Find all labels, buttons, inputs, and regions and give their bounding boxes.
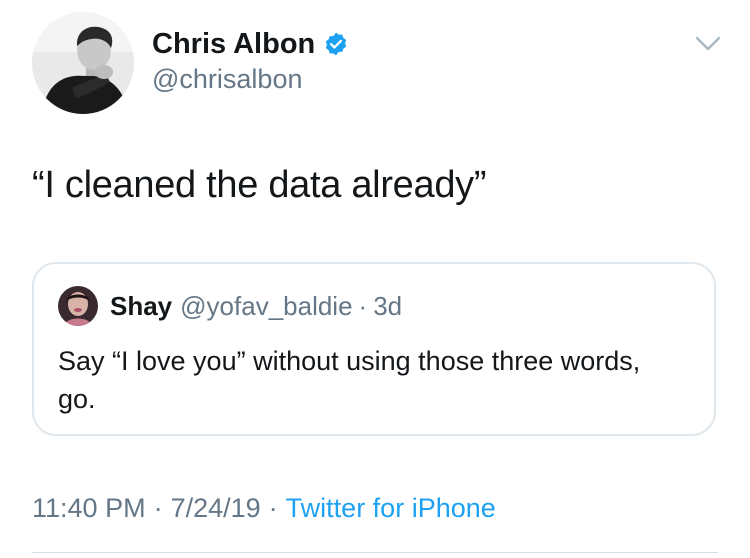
quoted-separator: ·: [358, 290, 368, 321]
tweet-date: 7/24/19: [170, 492, 261, 523]
tweet-text: “I cleaned the data already”: [32, 164, 487, 206]
verified-badge-icon: [326, 32, 347, 56]
meta-separator: ·: [153, 492, 163, 523]
author-display-name[interactable]: Chris Albon: [152, 28, 315, 61]
quoted-timestamp: 3d: [373, 290, 403, 321]
quoted-author-avatar[interactable]: [58, 286, 98, 326]
quoted-display-name[interactable]: Shay: [110, 291, 172, 322]
quoted-handle[interactable]: @yofav_baldie: [180, 291, 352, 322]
tweet-meta: 11:40 PM · 7/24/19 · Twitter for iPhone: [32, 490, 496, 526]
profile-photo-icon: [32, 12, 134, 114]
divider: [32, 552, 718, 553]
author-avatar[interactable]: [32, 12, 134, 114]
profile-photo-icon: [58, 286, 98, 326]
author-name-row: Chris Albon: [152, 26, 349, 62]
quoted-tweet-card[interactable]: Shay @yofav_baldie · 3d Say “I love you”…: [32, 262, 716, 436]
quoted-tweet-text: Say “I love you” without using those thr…: [58, 346, 641, 414]
tweet-source-link[interactable]: Twitter for iPhone: [286, 493, 496, 524]
chevron-down-icon[interactable]: [694, 34, 722, 54]
meta-separator: ·: [268, 492, 278, 523]
quoted-tweet-header: Shay @yofav_baldie · 3d: [110, 290, 402, 322]
author-handle[interactable]: @chrisalbon: [152, 64, 302, 95]
tweet-time: 11:40 PM: [32, 492, 146, 523]
